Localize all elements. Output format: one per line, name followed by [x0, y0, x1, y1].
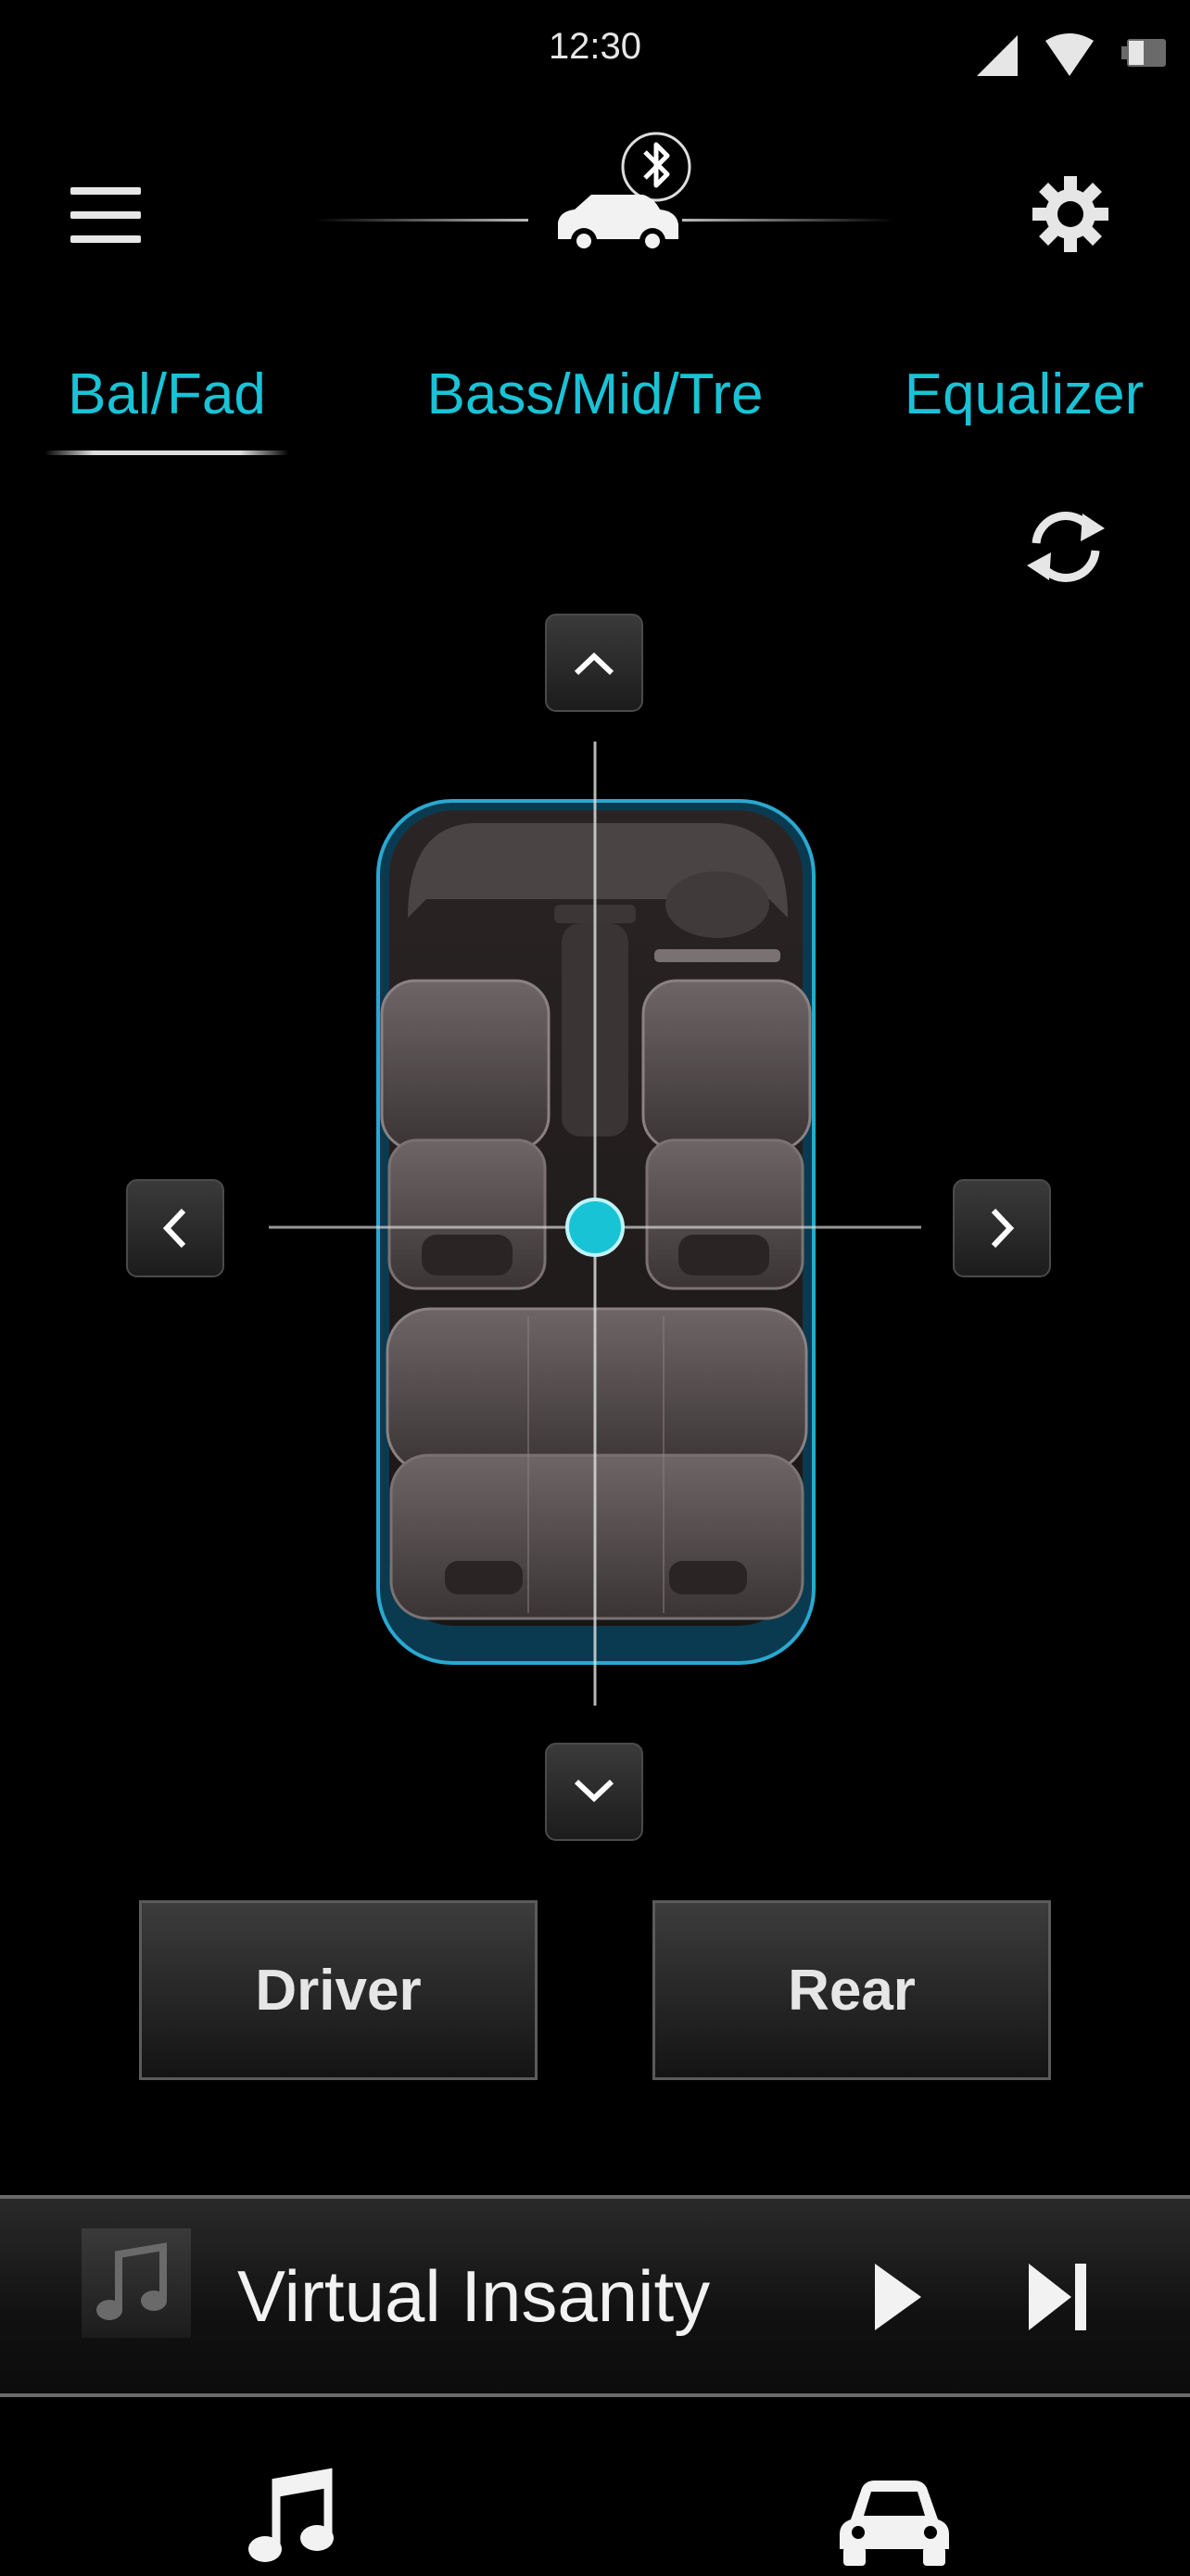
gear-icon: [1032, 176, 1108, 252]
fader-down-button[interactable]: [545, 1743, 643, 1841]
front-left-floor-mat: [422, 1235, 513, 1275]
reset-icon: [1027, 512, 1105, 582]
car-interior-diagram[interactable]: [269, 742, 921, 1706]
balance-right-button[interactable]: [953, 1179, 1051, 1277]
battery-icon: [1121, 39, 1166, 67]
front-right-floor-mat: [678, 1235, 769, 1275]
rear-seat-back: [386, 1307, 808, 1474]
front-right-seat-back: [641, 979, 812, 1151]
fader-up-button[interactable]: [545, 614, 643, 712]
dash-trim: [654, 949, 780, 962]
rear-button[interactable]: Rear: [652, 1900, 1051, 2080]
front-left-seat-back: [380, 979, 551, 1151]
chevron-left-icon: [162, 1208, 186, 1249]
balance-left-button[interactable]: [126, 1179, 224, 1277]
menu-button[interactable]: [67, 176, 150, 250]
skip-next-icon[interactable]: [1023, 2258, 1094, 2336]
wifi-icon: [1045, 33, 1094, 76]
music-note-icon: [248, 2468, 334, 2562]
play-icon[interactable]: [869, 2258, 925, 2336]
rear-left-floor-mat: [445, 1561, 523, 1594]
header-line-left: [315, 219, 528, 222]
tab-bass-mid-tre[interactable]: Bass/Mid/Tre: [399, 362, 791, 427]
rear-seat-cushion: [389, 1453, 804, 1620]
tab-active-indicator: [44, 450, 289, 455]
chevron-down-icon: [574, 1779, 614, 1803]
tab-equalizer[interactable]: Equalizer: [871, 362, 1177, 427]
nav-music-button[interactable]: [243, 2466, 345, 2568]
steering-wheel: [665, 871, 769, 938]
tab-bal-fad[interactable]: Bal/Fad: [28, 362, 306, 427]
rear-right-floor-mat: [669, 1561, 747, 1594]
hamburger-menu-icon: [70, 187, 141, 243]
track-title: Virtual Insanity: [237, 2255, 711, 2337]
car-icon: [840, 2481, 949, 2566]
chevron-right-icon: [991, 1208, 1015, 1249]
music-note-icon: [96, 2242, 167, 2320]
signal-icon: [977, 35, 1018, 76]
reset-button[interactable]: [1019, 501, 1112, 593]
car-bluetooth-icon: [558, 132, 691, 254]
header-line-right: [682, 219, 895, 222]
balance-fader-handle[interactable]: [565, 1198, 625, 1257]
album-art: [82, 2228, 191, 2338]
settings-button[interactable]: [1029, 172, 1112, 256]
driver-button[interactable]: Driver: [139, 1900, 538, 2080]
chevron-up-icon: [574, 652, 614, 676]
nav-car-button[interactable]: [834, 2469, 955, 2571]
